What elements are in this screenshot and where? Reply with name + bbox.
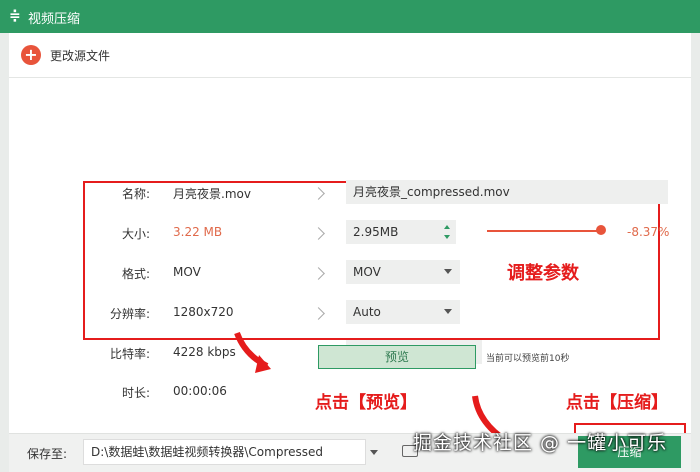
title-bar: ≑ 视频压缩 xyxy=(0,0,700,33)
watermark-text: 掘金技术社区 @ 一罐小可乐 xyxy=(413,432,668,454)
save-to-label: 保存至: xyxy=(27,447,68,461)
annotation-arrows xyxy=(234,331,686,467)
window-title: 视频压缩 xyxy=(28,12,81,27)
path-dropdown-icon[interactable] xyxy=(370,450,378,455)
main-frame: + 更改源文件 名称: 月亮夜景.mov 月亮夜景_compressed.mov… xyxy=(9,33,691,472)
save-path-input[interactable]: D:\数据蛙\数据蛙视频转换器\Compressed xyxy=(83,439,366,465)
window-control-button[interactable] xyxy=(670,0,700,33)
app-logo-icon: ≑ xyxy=(9,8,21,24)
